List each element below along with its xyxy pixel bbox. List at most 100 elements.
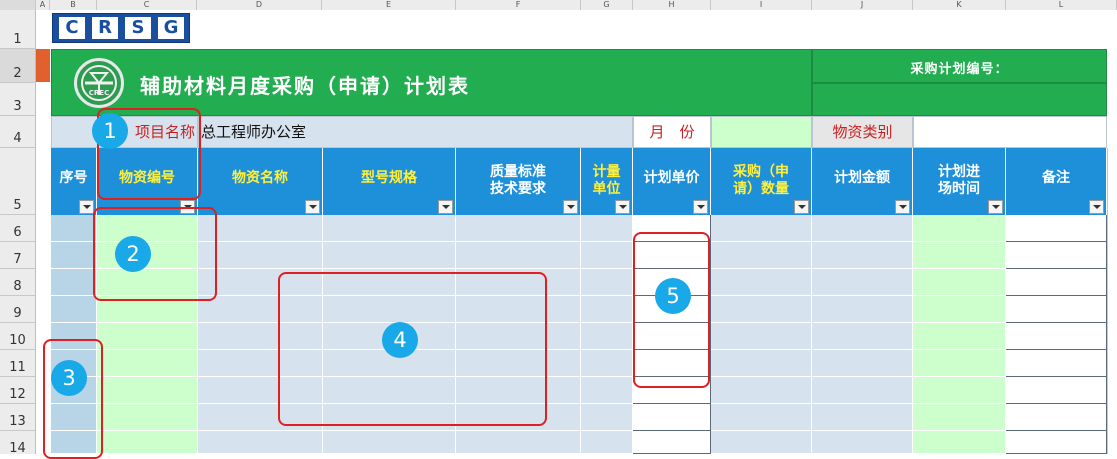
column-header-I[interactable]: I [711, 0, 812, 10]
grid-cell[interactable] [1006, 242, 1107, 269]
row-header-5[interactable]: 5 [0, 148, 36, 215]
column-header-D[interactable]: D [197, 0, 322, 10]
header-amount[interactable]: 计划金额 [812, 148, 913, 215]
row-header-3[interactable]: 3 [0, 83, 36, 116]
header-seq[interactable]: 序号 [51, 148, 97, 215]
grid-cell[interactable] [812, 215, 913, 242]
grid-cell[interactable] [711, 431, 812, 454]
column-header-L[interactable]: L [1006, 0, 1117, 10]
grid-cell[interactable] [581, 296, 633, 323]
grid-cell[interactable] [913, 242, 1006, 269]
grid-cell[interactable] [711, 323, 812, 350]
header-arrival-time[interactable]: 计划进 场时间 [913, 148, 1006, 215]
project-value-cell[interactable]: 总工程师办公室 [198, 116, 633, 148]
grid-cell[interactable] [913, 431, 1006, 454]
grid-cell[interactable] [97, 404, 198, 431]
row-header-12[interactable]: 12 [0, 377, 36, 404]
grid-cell[interactable] [913, 269, 1006, 296]
grid-cell[interactable] [51, 242, 97, 269]
row-header-6[interactable]: 6 [0, 215, 36, 242]
grid-cell[interactable] [1006, 350, 1107, 377]
filter-dropdown-icon[interactable] [1089, 200, 1104, 214]
row-header-13[interactable]: 13 [0, 404, 36, 431]
grid-cell[interactable] [581, 377, 633, 404]
grid-cell[interactable] [633, 431, 711, 454]
filter-dropdown-icon[interactable] [794, 200, 809, 214]
header-unit[interactable]: 计量 单位 [581, 148, 633, 215]
grid-cell[interactable] [581, 215, 633, 242]
grid-cell[interactable] [812, 242, 913, 269]
category-value-cell[interactable] [913, 116, 1107, 148]
grid-cell[interactable] [97, 323, 198, 350]
column-header-A[interactable]: A [36, 0, 50, 10]
row-header-2[interactable]: 2 [0, 49, 36, 83]
column-header-C[interactable]: C [97, 0, 197, 10]
grid-cell[interactable] [323, 215, 456, 242]
grid-cell[interactable] [913, 323, 1006, 350]
category-label-cell[interactable]: 物资类别 [812, 116, 913, 148]
month-label-cell[interactable]: 月 份 [633, 116, 711, 148]
grid-cell[interactable] [97, 377, 198, 404]
grid-cell[interactable] [581, 350, 633, 377]
grid-cell[interactable] [198, 431, 323, 454]
grid-cell[interactable] [1006, 377, 1107, 404]
grid-cell[interactable] [812, 296, 913, 323]
row-header-10[interactable]: 10 [0, 323, 36, 350]
month-value-cell[interactable] [711, 116, 812, 148]
grid-cell[interactable] [711, 377, 812, 404]
header-material-name[interactable]: 物资名称 [198, 148, 323, 215]
header-quantity[interactable]: 采购（申 请）数量 [711, 148, 812, 215]
grid-cell[interactable] [581, 242, 633, 269]
row-header-7[interactable]: 7 [0, 242, 36, 269]
column-header-B[interactable]: B [50, 0, 97, 10]
grid-cell[interactable] [812, 431, 913, 454]
column-header-K[interactable]: K [913, 0, 1006, 10]
plan-number-value[interactable] [812, 83, 1107, 116]
filter-dropdown-icon[interactable] [693, 200, 708, 214]
grid-cell[interactable] [913, 350, 1006, 377]
header-model-spec[interactable]: 型号规格 [323, 148, 456, 215]
grid-cell[interactable] [97, 350, 198, 377]
grid-cell[interactable] [711, 350, 812, 377]
grid-cell[interactable] [51, 269, 97, 296]
grid-cell[interactable] [581, 404, 633, 431]
grid-cell[interactable] [812, 350, 913, 377]
grid-cell[interactable] [812, 323, 913, 350]
grid-cell[interactable] [913, 215, 1006, 242]
grid-cell[interactable] [711, 404, 812, 431]
grid-cell[interactable] [913, 377, 1006, 404]
grid-cell[interactable] [633, 404, 711, 431]
filter-dropdown-icon[interactable] [563, 200, 578, 214]
grid-cell[interactable] [51, 215, 97, 242]
grid-cell[interactable] [581, 431, 633, 454]
grid-cell[interactable] [97, 431, 198, 454]
filter-dropdown-icon[interactable] [438, 200, 453, 214]
select-all-corner[interactable] [0, 0, 36, 10]
filter-dropdown-icon[interactable] [895, 200, 910, 214]
grid-cell[interactable] [1006, 269, 1107, 296]
grid-cell[interactable] [456, 215, 581, 242]
grid-cell[interactable] [456, 431, 581, 454]
grid-cell[interactable] [456, 242, 581, 269]
filter-dropdown-icon[interactable] [615, 200, 630, 214]
grid-cell[interactable] [1006, 323, 1107, 350]
grid-cell[interactable] [1006, 431, 1107, 454]
grid-cell[interactable] [51, 296, 97, 323]
grid-cell[interactable] [913, 296, 1006, 323]
grid-cell[interactable] [812, 269, 913, 296]
filter-dropdown-icon[interactable] [79, 200, 94, 214]
grid-cell[interactable] [1006, 215, 1107, 242]
column-header-J[interactable]: J [812, 0, 913, 10]
column-header-H[interactable]: H [633, 0, 711, 10]
filter-dropdown-icon[interactable] [305, 200, 320, 214]
column-header-F[interactable]: F [456, 0, 581, 10]
grid-cell[interactable] [711, 215, 812, 242]
row-header-4[interactable]: 4 [0, 116, 36, 148]
grid-cell[interactable] [581, 269, 633, 296]
row-header-1[interactable]: 1 [0, 10, 36, 49]
grid-cell[interactable] [323, 242, 456, 269]
grid-cell[interactable] [581, 323, 633, 350]
grid-cell[interactable] [913, 404, 1006, 431]
filter-dropdown-icon[interactable] [988, 200, 1003, 214]
grid-cell[interactable] [323, 431, 456, 454]
